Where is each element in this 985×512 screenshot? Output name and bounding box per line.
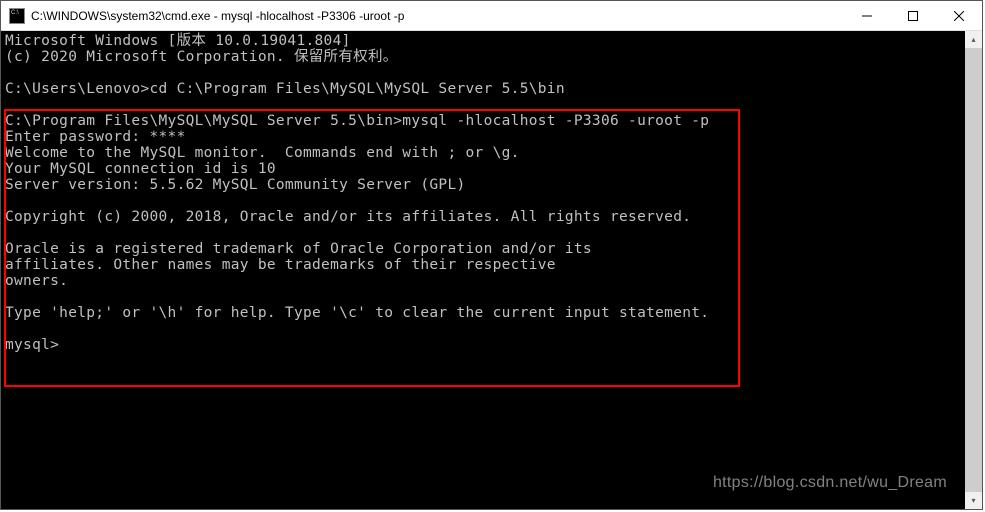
watermark: https://blog.csdn.net/wu_Dream [713, 475, 947, 491]
console-line: (c) 2020 Microsoft Corporation. 保留所有权利。 [5, 49, 398, 65]
console-line: Microsoft Windows [版本 10.0.19041.804] [5, 33, 351, 49]
scroll-thumb[interactable] [965, 48, 982, 492]
scroll-down-button[interactable]: ▾ [965, 492, 982, 509]
console-line: Enter password: **** [5, 129, 186, 145]
console-line: Welcome to the MySQL monitor. Commands e… [5, 145, 520, 161]
window-title: C:\WINDOWS\system32\cmd.exe - mysql -hlo… [31, 9, 844, 23]
console-line: Your MySQL connection id is 10 [5, 161, 276, 177]
close-button[interactable] [936, 1, 982, 30]
client-area: Microsoft Windows [版本 10.0.19041.804] (c… [1, 31, 982, 509]
scroll-track[interactable] [965, 48, 982, 492]
console-output[interactable]: Microsoft Windows [版本 10.0.19041.804] (c… [1, 31, 965, 509]
titlebar[interactable]: C:\WINDOWS\system32\cmd.exe - mysql -hlo… [1, 1, 982, 31]
cmd-window: C:\WINDOWS\system32\cmd.exe - mysql -hlo… [0, 0, 983, 510]
console-line: owners. [5, 273, 68, 289]
console-line: Copyright (c) 2000, 2018, Oracle and/or … [5, 209, 691, 225]
console-line: C:\Users\Lenovo>cd C:\Program Files\MySQ… [5, 81, 565, 97]
console-line: affiliates. Other names may be trademark… [5, 257, 556, 273]
console-line: mysql> [5, 337, 59, 353]
console-line: Oracle is a registered trademark of Orac… [5, 241, 592, 257]
console-line: Type 'help;' or '\h' for help. Type '\c'… [5, 305, 709, 321]
minimize-icon [862, 11, 872, 21]
close-icon [954, 11, 964, 21]
maximize-icon [908, 11, 918, 21]
vertical-scrollbar[interactable]: ▴ ▾ [965, 31, 982, 509]
cmd-icon [9, 8, 25, 24]
window-controls [844, 1, 982, 30]
maximize-button[interactable] [890, 1, 936, 30]
minimize-button[interactable] [844, 1, 890, 30]
scroll-up-button[interactable]: ▴ [965, 31, 982, 48]
console-line: Server version: 5.5.62 MySQL Community S… [5, 177, 466, 193]
console-line: C:\Program Files\MySQL\MySQL Server 5.5\… [5, 113, 709, 129]
